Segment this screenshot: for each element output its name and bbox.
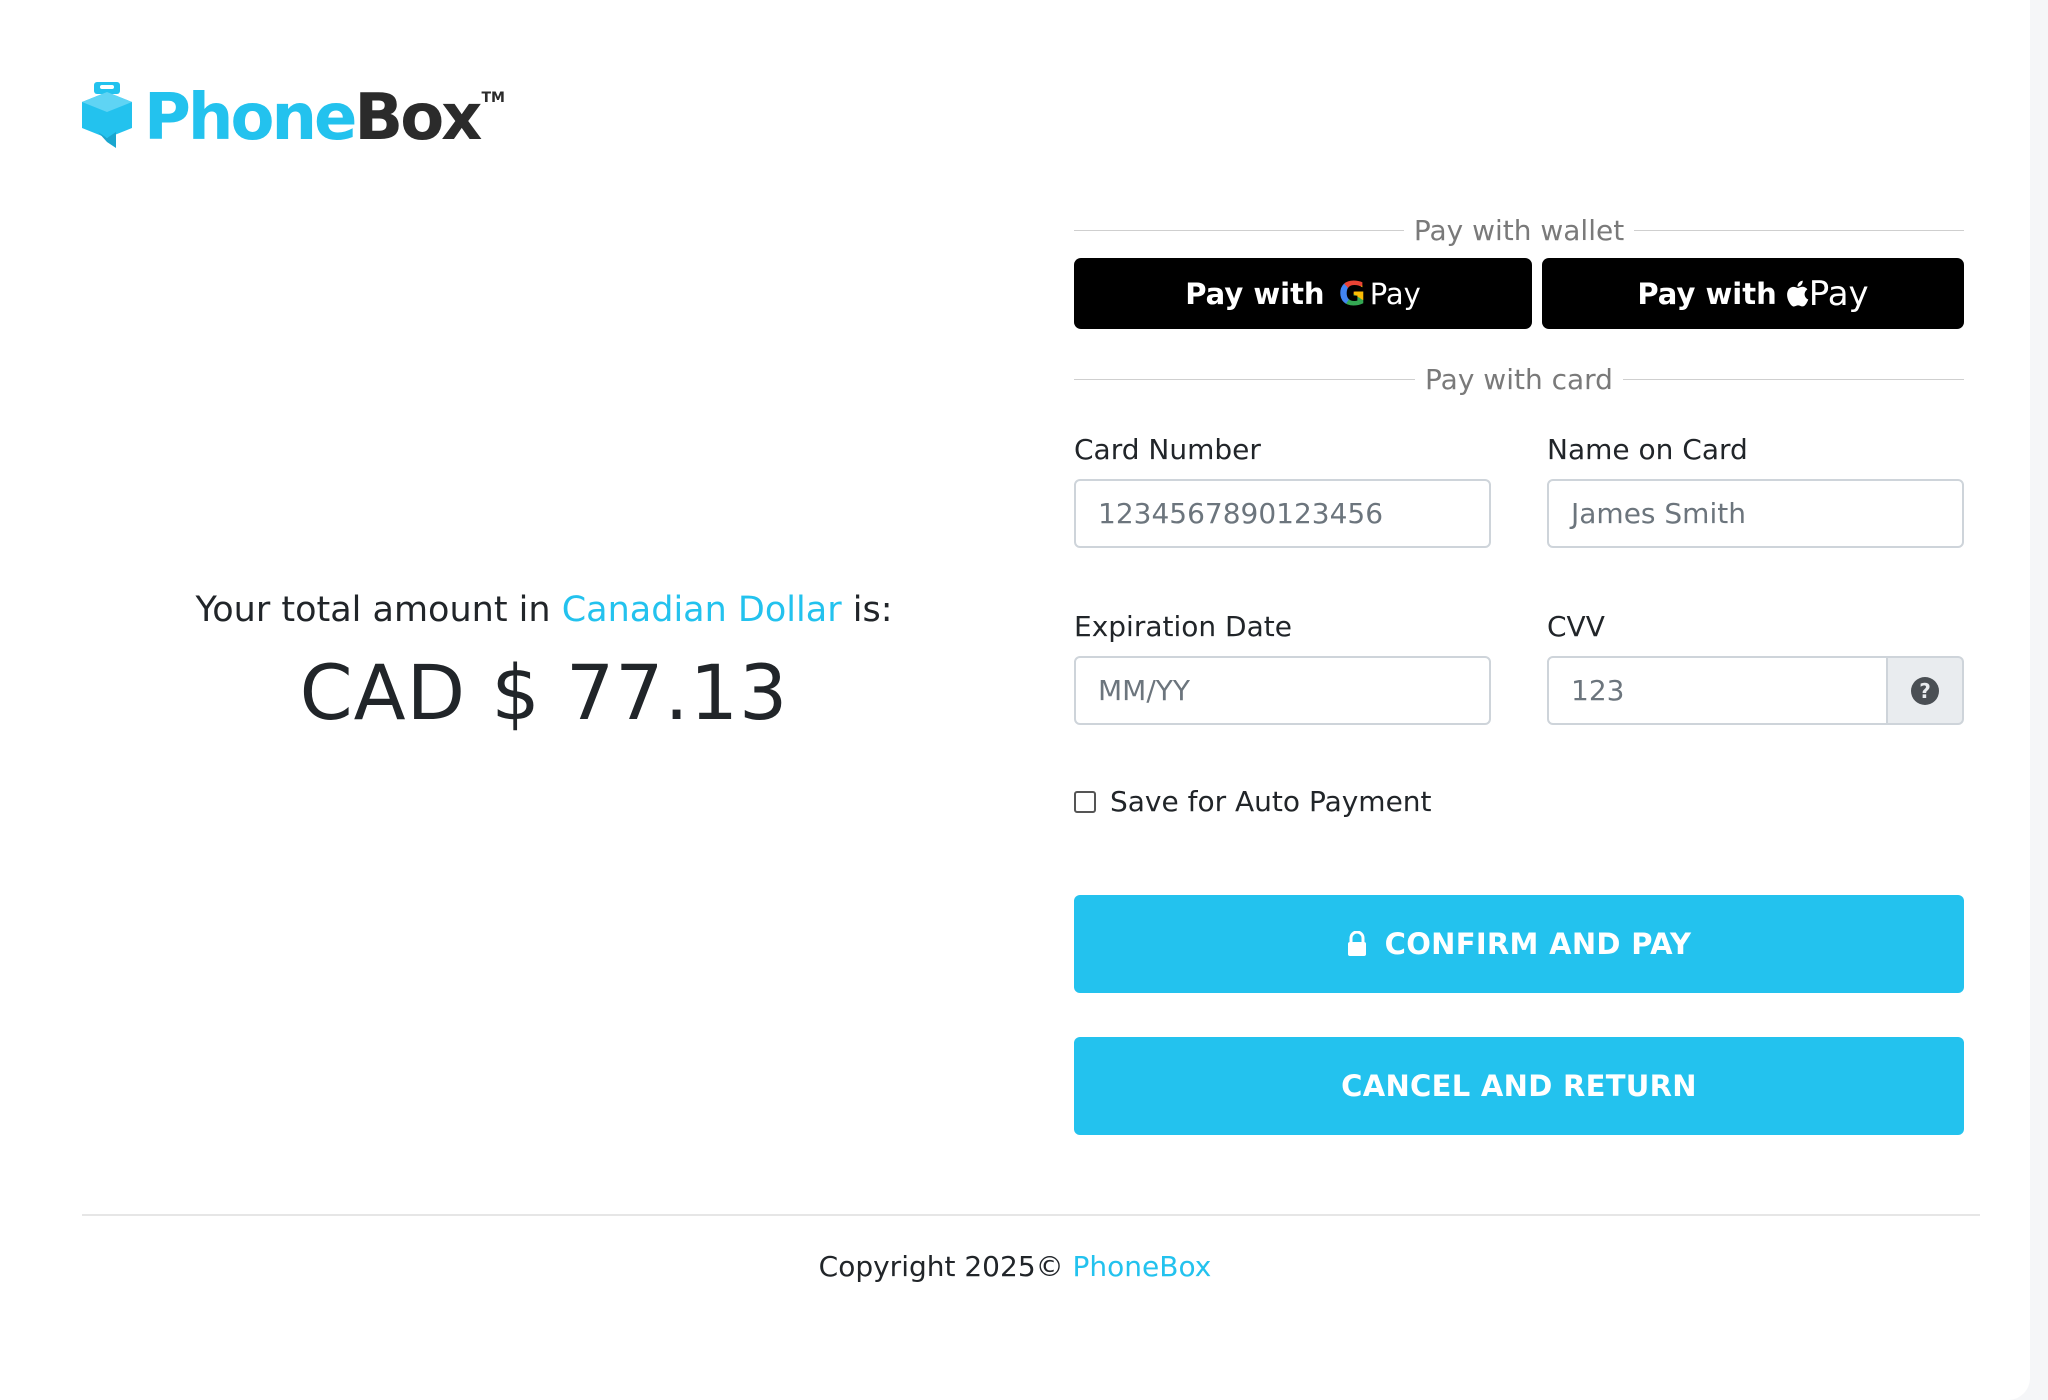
card-number-label: Card Number (1074, 433, 1261, 466)
expiration-label: Expiration Date (1074, 610, 1292, 643)
expiration-field: Expiration Date MM/YY (1074, 608, 1491, 725)
copyright-text: Copyright 2025© (818, 1250, 1064, 1283)
google-g-icon: G (1338, 274, 1366, 313)
wallet-buttons: Pay with G Pay Pay with Pay (1074, 258, 1964, 329)
cvv-field: CVV 123 ? (1547, 608, 1964, 725)
name-on-card-input[interactable]: James Smith (1547, 479, 1964, 548)
confirm-and-pay-button[interactable]: CONFIRM AND PAY (1074, 895, 1964, 993)
footer: Copyright 2025© PhoneBox (0, 1250, 2030, 1283)
auto-payment-checkbox[interactable] (1074, 790, 1096, 813)
cvv-label: CVV (1547, 610, 1605, 643)
amount-label: Your total amount in Canadian Dollar is: (195, 590, 893, 630)
payment-form: Pay with wallet Pay with G Pay Pay with … (1074, 210, 1965, 1135)
card-row-1: Card Number 1234567890123456 Name on Car… (1074, 431, 1964, 548)
trademark-mark: TM (481, 90, 505, 106)
expiration-input[interactable]: MM/YY (1074, 656, 1491, 725)
card-row-2: Expiration Date MM/YY CVV 123 ? (1074, 608, 1964, 725)
footer-phonebox-link[interactable]: PhoneBox (1073, 1250, 1212, 1283)
lock-icon (1347, 931, 1367, 957)
logo-wordmark: PhoneBox (144, 81, 482, 155)
name-on-card-field: Name on Card James Smith (1547, 431, 1964, 548)
phonebox-logo-icon (82, 82, 132, 148)
payment-page: PhoneBox TM Your total amount in Canadia… (0, 0, 2030, 1400)
phonebox-logo[interactable]: PhoneBox TM (82, 82, 505, 154)
apple-logo-icon (1786, 280, 1809, 307)
total-amount: CAD $ 77.13 (299, 648, 789, 737)
currency-name: Canadian Dollar (561, 590, 842, 630)
cvv-help-button[interactable]: ? (1888, 656, 1964, 725)
name-on-card-label: Name on Card (1547, 433, 1748, 466)
auto-payment-option: Save for Auto Payment (1074, 785, 1964, 818)
card-divider: Pay with card (1074, 359, 1964, 399)
google-pay-button[interactable]: Pay with G Pay (1074, 258, 1532, 329)
auto-payment-label[interactable]: Save for Auto Payment (1110, 785, 1432, 818)
footer-divider (82, 1214, 1980, 1216)
question-circle-icon: ? (1911, 676, 1939, 705)
card-number-input[interactable]: 1234567890123456 (1074, 479, 1491, 548)
cvv-input[interactable]: 123 (1547, 656, 1888, 725)
cancel-and-return-button[interactable]: CANCEL AND RETURN (1074, 1037, 1964, 1135)
card-number-field: Card Number 1234567890123456 (1074, 431, 1491, 548)
amount-summary: Your total amount in Canadian Dollar is:… (82, 590, 1006, 737)
wallet-divider: Pay with wallet (1074, 210, 1965, 250)
apple-pay-button[interactable]: Pay with Pay (1542, 258, 1964, 329)
